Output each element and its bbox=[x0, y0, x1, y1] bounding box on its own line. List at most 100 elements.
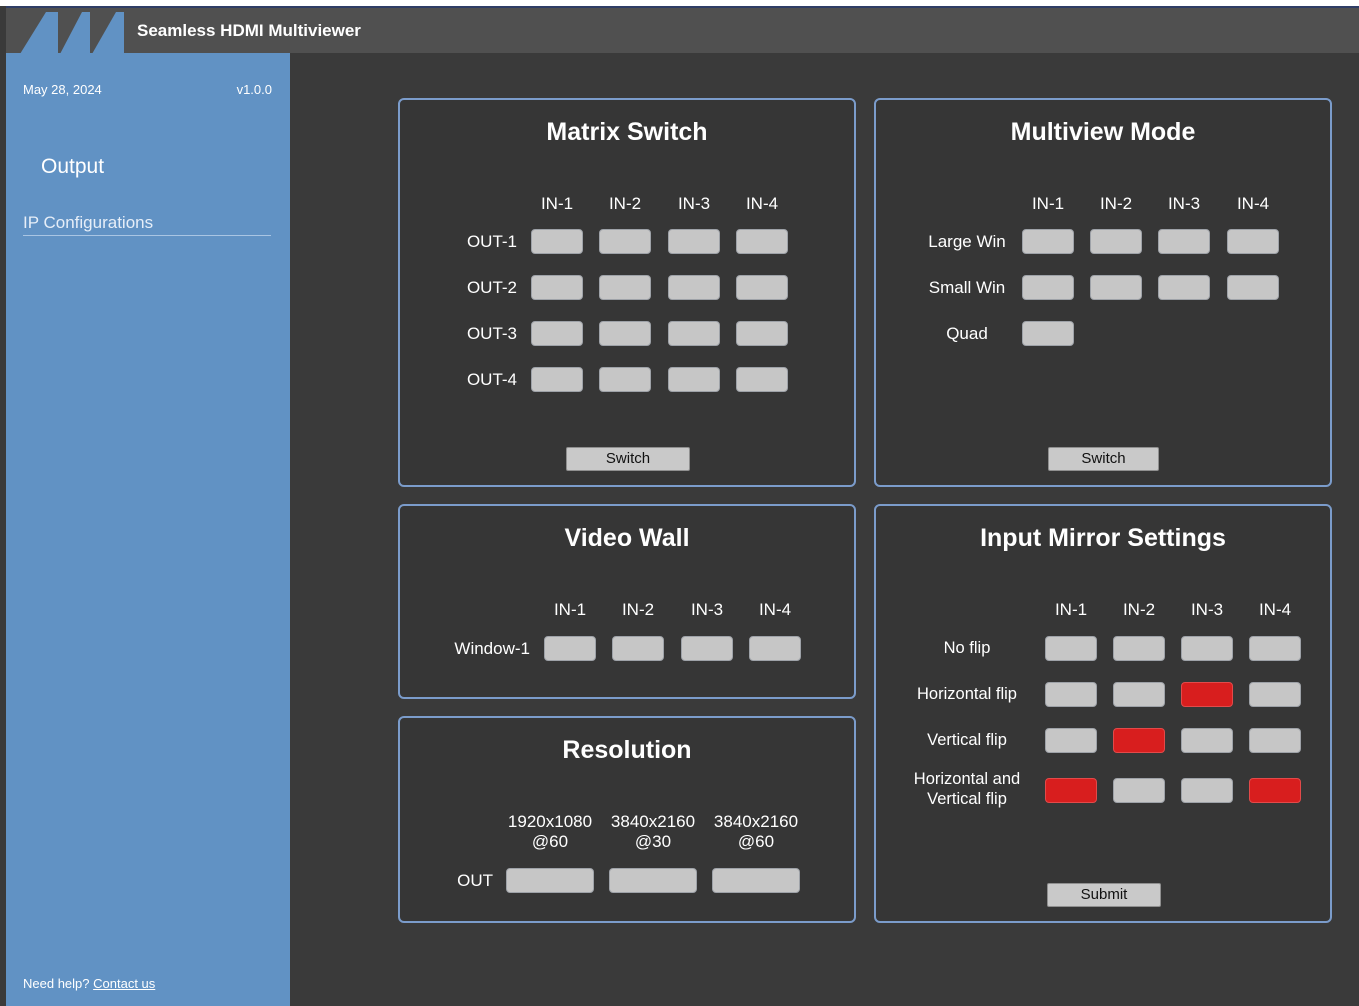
mirror-col-in-4: IN-4 bbox=[1258, 600, 1292, 619]
videowall-col-in-2: IN-2 bbox=[621, 600, 655, 619]
matrix-cell-out1-in4[interactable] bbox=[736, 229, 788, 254]
mirror-cell-vertical-flip-in2[interactable] bbox=[1113, 728, 1165, 753]
multiview-col-in-2: IN-2 bbox=[1099, 194, 1133, 213]
contact-us-link[interactable]: Contact us bbox=[93, 976, 155, 991]
mirror-cell-no-flip-in4[interactable] bbox=[1249, 636, 1301, 661]
mirror-cell-horizontal-and-vertical-flip-in1[interactable] bbox=[1045, 778, 1097, 803]
mirror-row-label-horizontal-and-vertical-flip-line1: Horizontal and bbox=[913, 770, 1021, 788]
help-text: Need help? bbox=[23, 976, 90, 991]
multiview-col-in-3: IN-3 bbox=[1167, 194, 1201, 213]
resolution-option-rate-2: @30 bbox=[634, 832, 672, 851]
company-logo bbox=[20, 12, 124, 54]
videowall-cell-window1-in4[interactable] bbox=[749, 636, 801, 661]
multiview-cell-small-win-in2[interactable] bbox=[1090, 275, 1142, 300]
resolution-cell-1[interactable] bbox=[506, 868, 594, 893]
video-wall-title: Video Wall bbox=[564, 524, 690, 552]
matrix-col-in-3: IN-3 bbox=[677, 194, 711, 213]
multiview-cell-large-win-in2[interactable] bbox=[1090, 229, 1142, 254]
mirror-row-label-horizontal-flip: Horizontal flip bbox=[917, 685, 1017, 703]
mirror-cell-horizontal-flip-in3[interactable] bbox=[1181, 682, 1233, 707]
multiview-cell-small-win-in4[interactable] bbox=[1227, 275, 1279, 300]
videowall-cell-window1-in2[interactable] bbox=[612, 636, 664, 661]
matrix-row-label-out-4: OUT-4 bbox=[466, 370, 517, 389]
app-header: Seamless HDMI Multiviewer bbox=[6, 6, 1359, 54]
multiview-cell-large-win-in1[interactable] bbox=[1022, 229, 1074, 254]
sidebar-item-output[interactable]: Output bbox=[41, 155, 104, 179]
matrix-cell-out3-in3[interactable] bbox=[668, 321, 720, 346]
matrix-col-in-4: IN-4 bbox=[745, 194, 779, 213]
videowall-row-label-window-1: Window-1 bbox=[454, 639, 530, 658]
multiview-col-in-4: IN-4 bbox=[1236, 194, 1270, 213]
mirror-col-in-2: IN-2 bbox=[1122, 600, 1156, 619]
multiview-cell-large-win-in3[interactable] bbox=[1158, 229, 1210, 254]
resolution-row-label-out: OUT bbox=[457, 871, 493, 890]
resolution-option-rate-3: @60 bbox=[737, 832, 775, 851]
matrix-row-label-out-2: OUT-2 bbox=[466, 278, 517, 297]
multiview-cell-small-win-in1[interactable] bbox=[1022, 275, 1074, 300]
matrix-cell-out3-in2[interactable] bbox=[599, 321, 651, 346]
multiview-mode-title: Multiview Mode bbox=[1010, 118, 1196, 146]
matrix-cell-out4-in1[interactable] bbox=[531, 367, 583, 392]
matrix-cell-out2-in1[interactable] bbox=[531, 275, 583, 300]
matrix-cell-out3-in4[interactable] bbox=[736, 321, 788, 346]
matrix-cell-out2-in3[interactable] bbox=[668, 275, 720, 300]
mirror-cell-horizontal-flip-in1[interactable] bbox=[1045, 682, 1097, 707]
mirror-cell-horizontal-flip-in2[interactable] bbox=[1113, 682, 1165, 707]
matrix-cell-out4-in2[interactable] bbox=[599, 367, 651, 392]
matrix-cell-out1-in3[interactable] bbox=[668, 229, 720, 254]
mirror-cell-horizontal-and-vertical-flip-in4[interactable] bbox=[1249, 778, 1301, 803]
mirror-cell-horizontal-and-vertical-flip-in2[interactable] bbox=[1113, 778, 1165, 803]
mirror-cell-horizontal-and-vertical-flip-in3[interactable] bbox=[1181, 778, 1233, 803]
multiview-cell-quad-in1[interactable] bbox=[1022, 321, 1074, 346]
matrix-row-label-out-1: OUT-1 bbox=[466, 232, 517, 251]
mirror-cell-no-flip-in3[interactable] bbox=[1181, 636, 1233, 661]
resolution-cell-2[interactable] bbox=[609, 868, 697, 893]
matrix-col-in-1: IN-1 bbox=[540, 194, 574, 213]
help-footer: Need help? Contact us bbox=[23, 976, 155, 991]
matrix-cell-out1-in2[interactable] bbox=[599, 229, 651, 254]
resolution-option-rate-1: @60 bbox=[531, 832, 569, 851]
matrix-cell-out4-in4[interactable] bbox=[736, 367, 788, 392]
mirror-submit-button[interactable]: Submit bbox=[1047, 883, 1161, 907]
input-mirror-title: Input Mirror Settings bbox=[980, 524, 1226, 552]
input-mirror-settings-panel: Input Mirror Settings Submit IN-1 IN-2 IN-… bbox=[874, 504, 1332, 923]
resolution-title: Resolution bbox=[562, 736, 692, 764]
matrix-switch-button[interactable]: Switch bbox=[566, 447, 690, 471]
mirror-row-label-horizontal-and-vertical-flip-line2: Vertical flip bbox=[927, 790, 1007, 808]
matrix-cell-out3-in1[interactable] bbox=[531, 321, 583, 346]
matrix-col-in-2: IN-2 bbox=[608, 194, 642, 213]
multiview-row-label-small-win: Small Win bbox=[928, 278, 1006, 297]
multiview-switch-button[interactable]: Switch bbox=[1048, 447, 1159, 471]
videowall-col-in-4: IN-4 bbox=[758, 600, 792, 619]
sidebar-item-ip-configurations[interactable]: IP Configurations bbox=[23, 213, 271, 236]
mirror-cell-vertical-flip-in3[interactable] bbox=[1181, 728, 1233, 753]
multiview-row-label-quad: Quad bbox=[946, 324, 988, 343]
mirror-cell-horizontal-flip-in4[interactable] bbox=[1249, 682, 1301, 707]
resolution-option-label-1: 1920x1080 bbox=[507, 812, 593, 831]
mirror-col-in-3: IN-3 bbox=[1190, 600, 1224, 619]
resolution-cell-3[interactable] bbox=[712, 868, 800, 893]
resolution-option-label-3: 3840x2160 bbox=[713, 812, 799, 831]
matrix-cell-out1-in1[interactable] bbox=[531, 229, 583, 254]
matrix-cell-out4-in3[interactable] bbox=[668, 367, 720, 392]
videowall-col-in-1: IN-1 bbox=[553, 600, 587, 619]
videowall-cell-window1-in3[interactable] bbox=[681, 636, 733, 661]
resolution-option-label-2: 3840x2160 bbox=[610, 812, 696, 831]
matrix-row-label-out-3: OUT-3 bbox=[466, 324, 517, 343]
multiview-col-in-1: IN-1 bbox=[1031, 194, 1065, 213]
resolution-panel: Resolution 1920x1080 @60 3840x2160 @30 3840x… bbox=[398, 716, 856, 923]
mirror-cell-no-flip-in1[interactable] bbox=[1045, 636, 1097, 661]
multiview-mode-panel: Multiview Mode Switch IN-1 IN-2 IN-3 IN-4 La… bbox=[874, 98, 1332, 487]
video-wall-panel: Video Wall IN-1 IN-2 IN-3 IN-4 Window-1 bbox=[398, 504, 856, 699]
mirror-cell-vertical-flip-in4[interactable] bbox=[1249, 728, 1301, 753]
mirror-row-label-vertical-flip: Vertical flip bbox=[927, 731, 1007, 749]
multiview-cell-large-win-in4[interactable] bbox=[1227, 229, 1279, 254]
multiview-cell-small-win-in3[interactable] bbox=[1158, 275, 1210, 300]
mirror-cell-no-flip-in2[interactable] bbox=[1113, 636, 1165, 661]
mirror-row-label-no-flip: No flip bbox=[943, 639, 991, 657]
mirror-cell-vertical-flip-in1[interactable] bbox=[1045, 728, 1097, 753]
videowall-cell-window1-in1[interactable] bbox=[544, 636, 596, 661]
matrix-cell-out2-in4[interactable] bbox=[736, 275, 788, 300]
version-label: v1.0.0 bbox=[236, 82, 272, 97]
matrix-cell-out2-in2[interactable] bbox=[599, 275, 651, 300]
